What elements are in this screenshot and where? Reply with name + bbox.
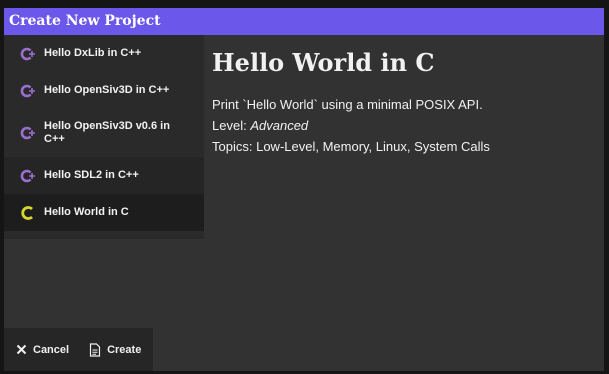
cancel-label: Cancel (33, 343, 70, 356)
project-item-hello-opensiv3d-v06[interactable]: Hello OpenSiv3D v0.6 in C++ (4, 109, 204, 157)
cpp-icon (19, 167, 37, 185)
c-icon (19, 204, 37, 222)
create-button[interactable]: Create (89, 342, 142, 357)
document-icon (89, 342, 101, 357)
cpp-icon (19, 124, 37, 142)
project-description: Print `Hello World` using a minimal POSI… (212, 97, 483, 112)
project-item-hello-world-c[interactable]: Hello World in C (4, 194, 204, 231)
create-label: Create (107, 343, 142, 356)
project-item-label: Hello OpenSiv3D in C++ (44, 84, 170, 96)
project-level: Level: Advanced (212, 115, 592, 136)
project-item-label: Hello SDL2 in C++ (44, 169, 139, 181)
close-icon (16, 344, 27, 355)
cpp-icon (19, 45, 37, 63)
cancel-button[interactable]: Cancel (16, 344, 69, 356)
topics-label: Topics: (212, 139, 253, 154)
level-label: Level: (212, 118, 247, 133)
project-item-label: Hello OpenSiv3D v0.6 in C++ (44, 120, 170, 145)
project-item-label: Hello DxLib in C++ (44, 47, 142, 59)
dialog-title: Create New Project (4, 8, 604, 35)
project-item-hello-dxlib[interactable]: Hello DxLib in C++ (4, 35, 204, 72)
project-detail: Hello World in C Print `Hello World` usi… (212, 48, 592, 157)
project-title: Hello World in C (212, 48, 435, 77)
dialog-footer: Cancel Create (4, 328, 153, 371)
project-item-label: Hello World in C (44, 206, 129, 218)
cpp-icon (19, 82, 37, 100)
create-project-dialog: Create New Project Hello DxLib in C++ He… (4, 8, 604, 371)
topics-value: Low-Level, Memory, Linux, System Calls (256, 139, 490, 154)
project-topics: Topics: Low-Level, Memory, Linux, System… (212, 136, 592, 157)
project-item-hello-opensiv3d[interactable]: Hello OpenSiv3D in C++ (4, 72, 204, 109)
level-value: Advanced (250, 118, 309, 133)
project-list: Hello DxLib in C++ Hello OpenSiv3D in C+… (4, 35, 204, 239)
project-item-hello-sdl2[interactable]: Hello SDL2 in C++ (4, 157, 204, 194)
